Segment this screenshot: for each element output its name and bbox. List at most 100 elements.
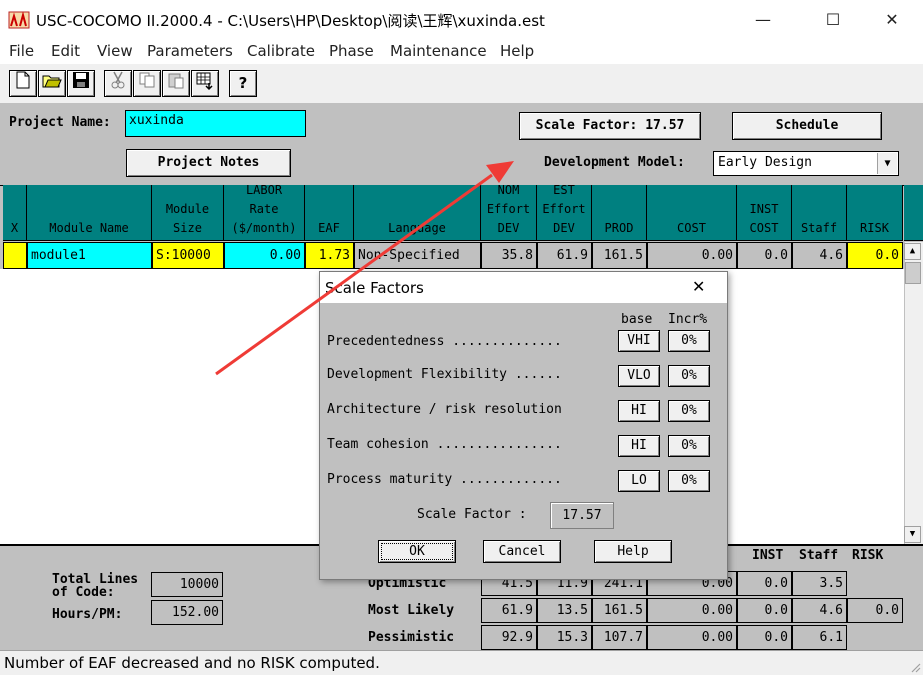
close-button[interactable]: ✕ — [869, 4, 915, 36]
paste-icon[interactable] — [162, 70, 190, 97]
total-lines-label: Total Lines of Code: — [52, 572, 139, 600]
factor-label-process-maturity: Process maturity ............. — [327, 472, 562, 487]
window-title: USC-COCOMO II.2000.4 - C:\Users\HP\Deskt… — [36, 12, 545, 30]
hours-per-pm-label: Hours/PM: — [52, 607, 123, 622]
menu-help[interactable]: Help — [500, 42, 534, 60]
dialog-title-bar[interactable]: Scale Factors ✕ — [320, 272, 727, 303]
open-folder-icon[interactable] — [38, 70, 66, 97]
cell-eaf[interactable]: 1.73 — [305, 242, 354, 269]
optimistic-staff: 3.5 — [792, 571, 847, 596]
col-header-est-effort: EST Effort DEV — [537, 183, 592, 241]
dialog-close-icon[interactable]: ✕ — [692, 277, 705, 296]
scroll-down-icon[interactable]: ▼ — [904, 526, 921, 543]
col-header-staff: Staff — [792, 185, 847, 241]
cell-risk[interactable]: 0.0 — [847, 242, 903, 269]
pessimistic-inst: 0.0 — [737, 625, 792, 650]
dialog-scale-factor-value: 17.57 — [550, 502, 614, 529]
factor-incr-architecture[interactable]: 0% — [668, 400, 710, 422]
factor-base-development-flexibility[interactable]: VLO — [618, 365, 660, 387]
optimistic-inst: 0.0 — [737, 571, 792, 596]
cell-cost: 0.00 — [647, 242, 737, 269]
col-header-nom-effort: NOM Effort DEV — [481, 183, 537, 241]
project-notes-button[interactable]: Project Notes — [126, 149, 291, 177]
col-header-risk: RISK — [847, 185, 903, 241]
factor-incr-development-flexibility[interactable]: 0% — [668, 365, 710, 387]
most-likely-risk: 0.0 — [847, 598, 903, 623]
minimize-button[interactable]: — — [740, 4, 786, 36]
factor-label-precedentedness: Precedentedness .............. — [327, 334, 562, 349]
factor-incr-precedentedness[interactable]: 0% — [668, 330, 710, 352]
most-likely-prod: 161.5 — [592, 598, 647, 623]
cell-labor-rate[interactable]: 0.00 — [224, 242, 305, 269]
col-header-cost: COST — [647, 185, 737, 241]
export-icon[interactable] — [191, 70, 219, 97]
factor-base-precedentedness[interactable]: VHI — [618, 330, 660, 352]
summary-header-inst: INST — [752, 548, 784, 563]
cell-module-size[interactable]: S:10000 — [152, 242, 224, 269]
scroll-up-icon[interactable]: ▲ — [904, 243, 921, 260]
schedule-button[interactable]: Schedule — [732, 112, 882, 140]
cell-module-name[interactable]: module1 — [27, 242, 152, 269]
development-model-value: Early Design — [718, 155, 812, 170]
col-header-labor-rate: LABOR Rate ($/month) — [224, 183, 305, 241]
cell-language[interactable]: Non-Specified — [354, 242, 481, 269]
app-icon[interactable] — [8, 10, 30, 30]
project-name-input[interactable]: xuxinda — [125, 110, 306, 137]
most-likely-inst: 0.0 — [737, 598, 792, 623]
summary-header-risk: RISK — [852, 548, 884, 563]
factor-base-process-maturity[interactable]: LO — [618, 470, 660, 492]
menu-file[interactable]: File — [9, 42, 34, 60]
cut-icon[interactable] — [104, 70, 132, 97]
new-file-icon[interactable] — [9, 70, 37, 97]
col-header-x: X — [3, 185, 27, 241]
menu-phase[interactable]: Phase — [329, 42, 374, 60]
help-icon[interactable]: ? — [229, 70, 257, 97]
menu-calibrate[interactable]: Calibrate — [247, 42, 315, 60]
scroll-thumb[interactable] — [905, 262, 921, 284]
development-model-select[interactable]: Early Design ▼ — [713, 151, 899, 176]
menu-edit[interactable]: Edit — [51, 42, 80, 60]
scale-factor-button[interactable]: Scale Factor: 17.57 — [519, 112, 701, 140]
most-likely-staff: 4.6 — [792, 598, 847, 623]
col-header-module-size: Module Size — [152, 185, 224, 241]
most-likely-cost: 0.00 — [647, 598, 737, 623]
factor-base-team-cohesion[interactable]: HI — [618, 435, 660, 457]
pessimistic-label: Pessimistic — [368, 630, 455, 645]
development-model-label: Development Model: — [544, 155, 685, 170]
maximize-button[interactable]: ☐ — [810, 4, 856, 36]
most-likely-label: Most Likely — [368, 603, 455, 618]
total-lines-value: 10000 — [151, 572, 223, 597]
factor-base-architecture[interactable]: HI — [618, 400, 660, 422]
menu-parameters[interactable]: Parameters — [147, 42, 233, 60]
col-header-eaf: EAF — [305, 185, 354, 241]
col-incr-label: Incr% — [668, 312, 708, 327]
hours-per-pm-value[interactable]: 152.00 — [151, 600, 223, 625]
factor-incr-process-maturity[interactable]: 0% — [668, 470, 710, 492]
resize-grip-icon[interactable] — [909, 661, 921, 673]
menu-maintenance[interactable]: Maintenance — [390, 42, 487, 60]
header-corner — [904, 185, 923, 241]
vertical-scrollbar[interactable] — [904, 242, 923, 544]
help-button[interactable]: Help — [594, 540, 672, 563]
pessimistic-cost: 0.00 — [647, 625, 737, 650]
factor-incr-team-cohesion[interactable]: 0% — [668, 435, 710, 457]
cell-inst-cost: 0.0 — [737, 242, 792, 269]
save-icon[interactable] — [67, 70, 95, 97]
most-likely-nom: 61.9 — [481, 598, 537, 623]
status-bar: Number of EAF decreased and no RISK comp… — [0, 650, 923, 675]
factor-label-architecture: Architecture / risk resolution — [327, 402, 562, 417]
summary-header-staff: Staff — [799, 548, 839, 563]
cancel-button[interactable]: Cancel — [483, 540, 561, 563]
project-name-label: Project Name: — [9, 115, 111, 130]
row-select-cell[interactable] — [3, 242, 27, 269]
ok-button[interactable]: OK — [378, 540, 456, 563]
col-header-module-name: Module Name — [27, 185, 152, 241]
dialog-scale-factor-label: Scale Factor : — [417, 507, 527, 522]
copy-icon[interactable] — [133, 70, 161, 97]
pessimistic-est: 15.3 — [537, 625, 592, 650]
dialog-title: Scale Factors — [325, 279, 424, 297]
pessimistic-prod: 107.7 — [592, 625, 647, 650]
menu-view[interactable]: View — [97, 42, 133, 60]
col-base-label: base — [621, 312, 653, 327]
dropdown-arrow-icon[interactable]: ▼ — [877, 153, 897, 174]
